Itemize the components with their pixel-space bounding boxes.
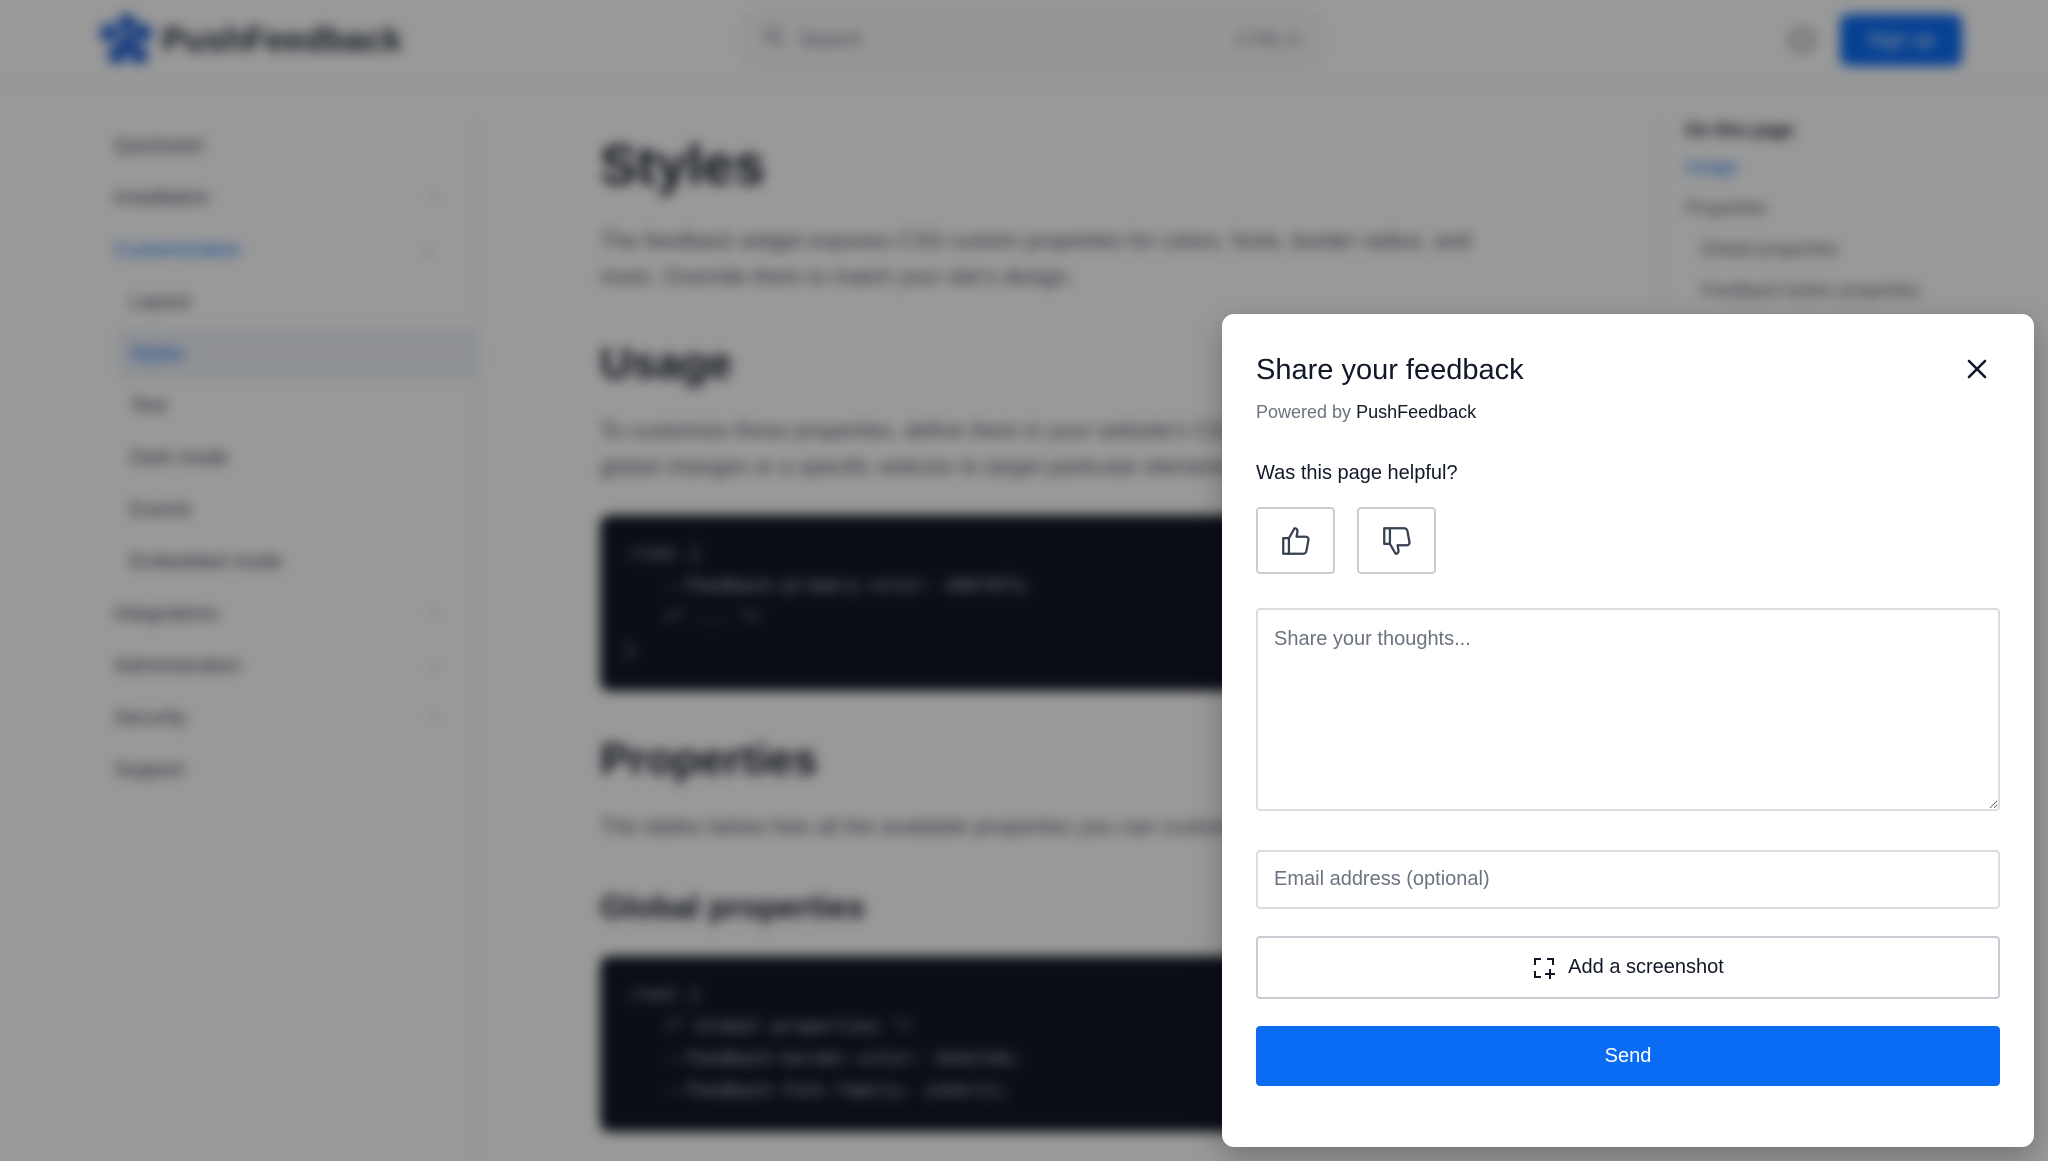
thumbs-up-icon (1281, 526, 1310, 555)
send-button[interactable]: Send (1256, 1026, 2000, 1086)
thumbs-down-button[interactable] (1357, 507, 1436, 574)
powered-by-prefix: Powered by (1256, 402, 1352, 422)
close-icon (1967, 359, 1987, 379)
helpful-question: Was this page helpful? (1256, 462, 1458, 484)
close-button[interactable] (1960, 352, 1994, 386)
powered-by-brand-link[interactable]: PushFeedback (1356, 402, 1476, 422)
feedback-message-input[interactable] (1256, 608, 2000, 811)
add-screenshot-label: Add a screenshot (1568, 956, 1724, 978)
powered-by: Powered by PushFeedback (1256, 402, 1476, 423)
email-field[interactable] (1256, 850, 2000, 909)
thumbs-up-button[interactable] (1256, 507, 1335, 574)
feedback-modal: Share your feedback Powered by PushFeedb… (1222, 314, 2034, 1147)
add-screenshot-button[interactable]: Add a screenshot (1256, 936, 2000, 999)
screenshot-icon (1534, 957, 1556, 979)
thumbs-down-icon (1382, 526, 1411, 555)
modal-title: Share your feedback (1256, 354, 1524, 386)
